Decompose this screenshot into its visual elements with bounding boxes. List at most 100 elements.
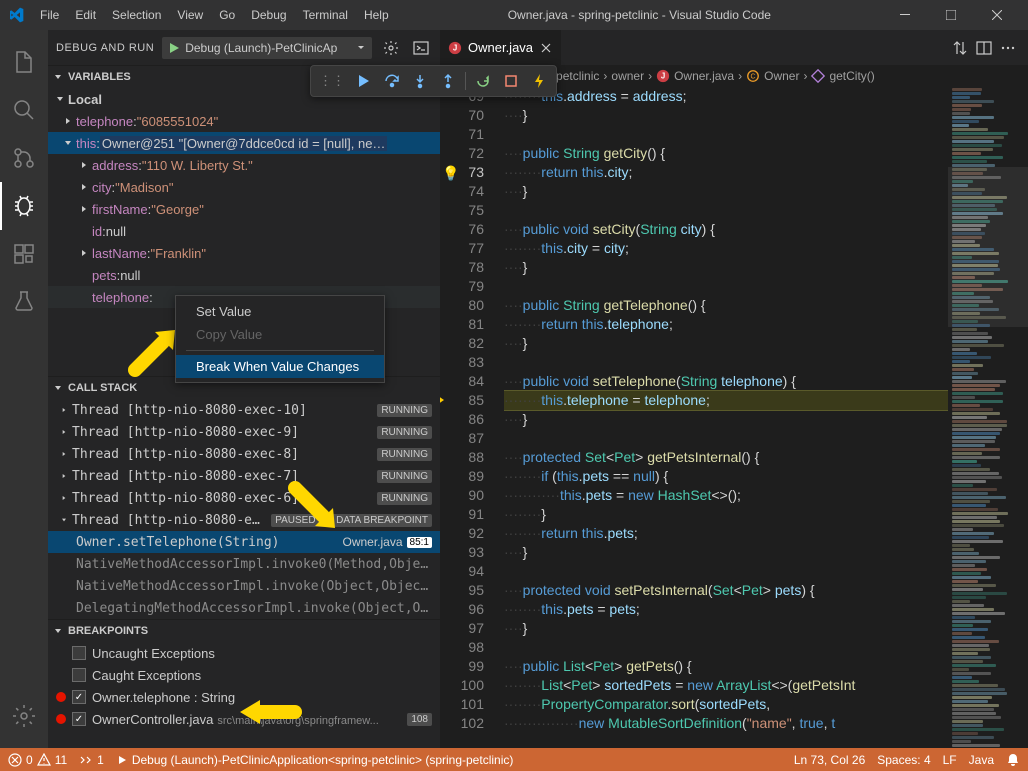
explorer-icon[interactable] (0, 38, 48, 86)
problems-status[interactable]: 0 11 (8, 753, 67, 767)
eol-status[interactable]: LF (943, 753, 957, 767)
step-over-button[interactable] (379, 68, 405, 94)
code-line[interactable] (504, 353, 948, 372)
code-line[interactable]: ········return this.pets; (504, 524, 948, 543)
context-set-value[interactable]: Set Value (176, 300, 384, 323)
step-out-button[interactable] (435, 68, 461, 94)
code-line[interactable]: ········return this.telephone; (504, 315, 948, 334)
code-line[interactable] (504, 429, 948, 448)
drag-handle-icon[interactable]: ⋮⋮ (315, 73, 349, 89)
code-line[interactable] (504, 277, 948, 296)
code-line[interactable]: ····protected void setPetsInternal(Set<P… (504, 581, 948, 600)
checkbox[interactable] (72, 712, 86, 726)
variable-row[interactable]: firstName: "George" (48, 198, 440, 220)
stack-frame[interactable]: NativeMethodAccessorImpl.invoke(Object,O… (48, 575, 440, 597)
menu-go[interactable]: Go (211, 8, 243, 22)
code-line[interactable]: ····} (504, 619, 948, 638)
callstack-thread[interactable]: Thread [http-nio-8080-exec-5]PAUSED ON D… (48, 509, 440, 531)
code-line[interactable]: ············this.pets = new HashSet<>(); (504, 486, 948, 505)
menu-help[interactable]: Help (356, 8, 397, 22)
split-editor-icon[interactable] (976, 40, 992, 56)
code-line[interactable] (504, 201, 948, 220)
language-status[interactable]: Java (969, 753, 994, 767)
extensions-icon[interactable] (0, 230, 48, 278)
breakpoint-row[interactable]: Caught Exceptions (48, 664, 440, 686)
stack-frame[interactable]: NativeMethodAccessorImpl.invoke0(Method,… (48, 553, 440, 575)
code-line[interactable] (504, 125, 948, 144)
compare-icon[interactable] (952, 40, 968, 56)
minimap[interactable] (948, 87, 1028, 748)
notifications-icon[interactable] (1006, 753, 1020, 767)
more-icon[interactable] (1000, 40, 1016, 56)
callstack-thread[interactable]: Thread [http-nio-8080-exec-7]RUNNING (48, 465, 440, 487)
variable-row[interactable]: address: "110 W. Liberty St." (48, 154, 440, 176)
code-editor[interactable]: 6970717273💡74757677787980818283848586878… (440, 87, 1028, 748)
menu-edit[interactable]: Edit (67, 8, 104, 22)
menu-terminal[interactable]: Terminal (295, 8, 356, 22)
menu-selection[interactable]: Selection (104, 8, 169, 22)
debug-status[interactable]: Debug (Launch)-PetClinicApplication<spri… (116, 753, 514, 767)
code-line[interactable]: ····} (504, 106, 948, 125)
menu-debug[interactable]: Debug (243, 8, 294, 22)
code-line[interactable]: ········if (this.pets == null) { (504, 467, 948, 486)
code-line[interactable]: ····} (504, 334, 948, 353)
code-line[interactable]: ········this.telephone = telephone; (504, 391, 948, 410)
code-line[interactable]: ····public void setTelephone(String tele… (504, 372, 948, 391)
editor-tab[interactable]: J Owner.java (440, 30, 562, 65)
variable-row[interactable]: pets: null (48, 264, 440, 286)
code-line[interactable]: ····public void setCity(String city) { (504, 220, 948, 239)
code-line[interactable]: ····protected Set<Pet> getPetsInternal()… (504, 448, 948, 467)
stack-frame[interactable]: DelegatingMethodAccessorImpl.invoke(Obje… (48, 597, 440, 619)
test-icon[interactable] (0, 278, 48, 326)
ports-status[interactable]: 1 (79, 753, 104, 767)
checkbox[interactable] (72, 646, 86, 660)
variable-row-this[interactable]: this: Owner@251 "[Owner@7ddce0cd id = [n… (48, 132, 440, 154)
close-button[interactable] (974, 0, 1020, 30)
callstack-thread[interactable]: Thread [http-nio-8080-exec-8]RUNNING (48, 443, 440, 465)
callstack-thread[interactable]: Thread [http-nio-8080-exec-6]RUNNING (48, 487, 440, 509)
code-line[interactable]: ········PropertyComparator.sort(sortedPe… (504, 695, 948, 714)
step-into-button[interactable] (407, 68, 433, 94)
indentation-status[interactable]: Spaces: 4 (877, 753, 930, 767)
minimize-button[interactable] (882, 0, 928, 30)
restart-button[interactable] (470, 68, 496, 94)
code-line[interactable]: ········this.address = address; (504, 87, 948, 106)
code-line[interactable]: ········} (504, 505, 948, 524)
stop-button[interactable] (498, 68, 524, 94)
breakpoint-row[interactable]: OwnerController.javasrc\main\java\org\sp… (48, 708, 440, 730)
breakpoints-section-header[interactable]: BREAKPOINTS (48, 620, 440, 642)
debug-toolbar[interactable]: ⋮⋮ (310, 65, 557, 97)
code-line[interactable]: ········this.city = city; (504, 239, 948, 258)
code-line[interactable]: ····} (504, 258, 948, 277)
stack-frame[interactable]: Owner.setTelephone(String)Owner.java85:1 (48, 531, 440, 553)
close-icon[interactable] (539, 41, 553, 55)
settings-gear-icon[interactable] (0, 692, 48, 740)
debug-icon[interactable] (0, 182, 48, 230)
menu-file[interactable]: File (32, 8, 67, 22)
callstack-thread[interactable]: Thread [http-nio-8080-exec-9]RUNNING (48, 421, 440, 443)
hot-reload-button[interactable] (526, 68, 552, 94)
variable-row[interactable]: telephone: "6085551024" (48, 110, 440, 132)
maximize-button[interactable] (928, 0, 974, 30)
menu-view[interactable]: View (169, 8, 211, 22)
cursor-position[interactable]: Ln 73, Col 26 (794, 753, 865, 767)
debug-console-icon[interactable] (410, 37, 432, 59)
code-line[interactable]: ····public String getCity() { (504, 144, 948, 163)
breakpoint-row[interactable]: Uncaught Exceptions (48, 642, 440, 664)
code-line[interactable] (504, 562, 948, 581)
breakpoint-row[interactable]: Owner.telephone : String (48, 686, 440, 708)
code-line[interactable]: ················new MutableSortDefinitio… (504, 714, 948, 733)
search-icon[interactable] (0, 86, 48, 134)
code-line[interactable]: ········this.pets = pets; (504, 600, 948, 619)
code-line[interactable]: ····public String getTelephone() { (504, 296, 948, 315)
checkbox[interactable] (72, 668, 86, 682)
gear-icon[interactable] (380, 37, 402, 59)
code-line[interactable]: ····} (504, 543, 948, 562)
lightbulb-icon[interactable]: 💡 (442, 164, 459, 183)
code-line[interactable]: ········return this.city; (504, 163, 948, 182)
code-line[interactable] (504, 638, 948, 657)
code-line[interactable]: ········List<Pet> sortedPets = new Array… (504, 676, 948, 695)
checkbox[interactable] (72, 690, 86, 704)
callstack-thread[interactable]: Thread [http-nio-8080-exec-10]RUNNING (48, 399, 440, 421)
code-line[interactable]: ····public List<Pet> getPets() { (504, 657, 948, 676)
